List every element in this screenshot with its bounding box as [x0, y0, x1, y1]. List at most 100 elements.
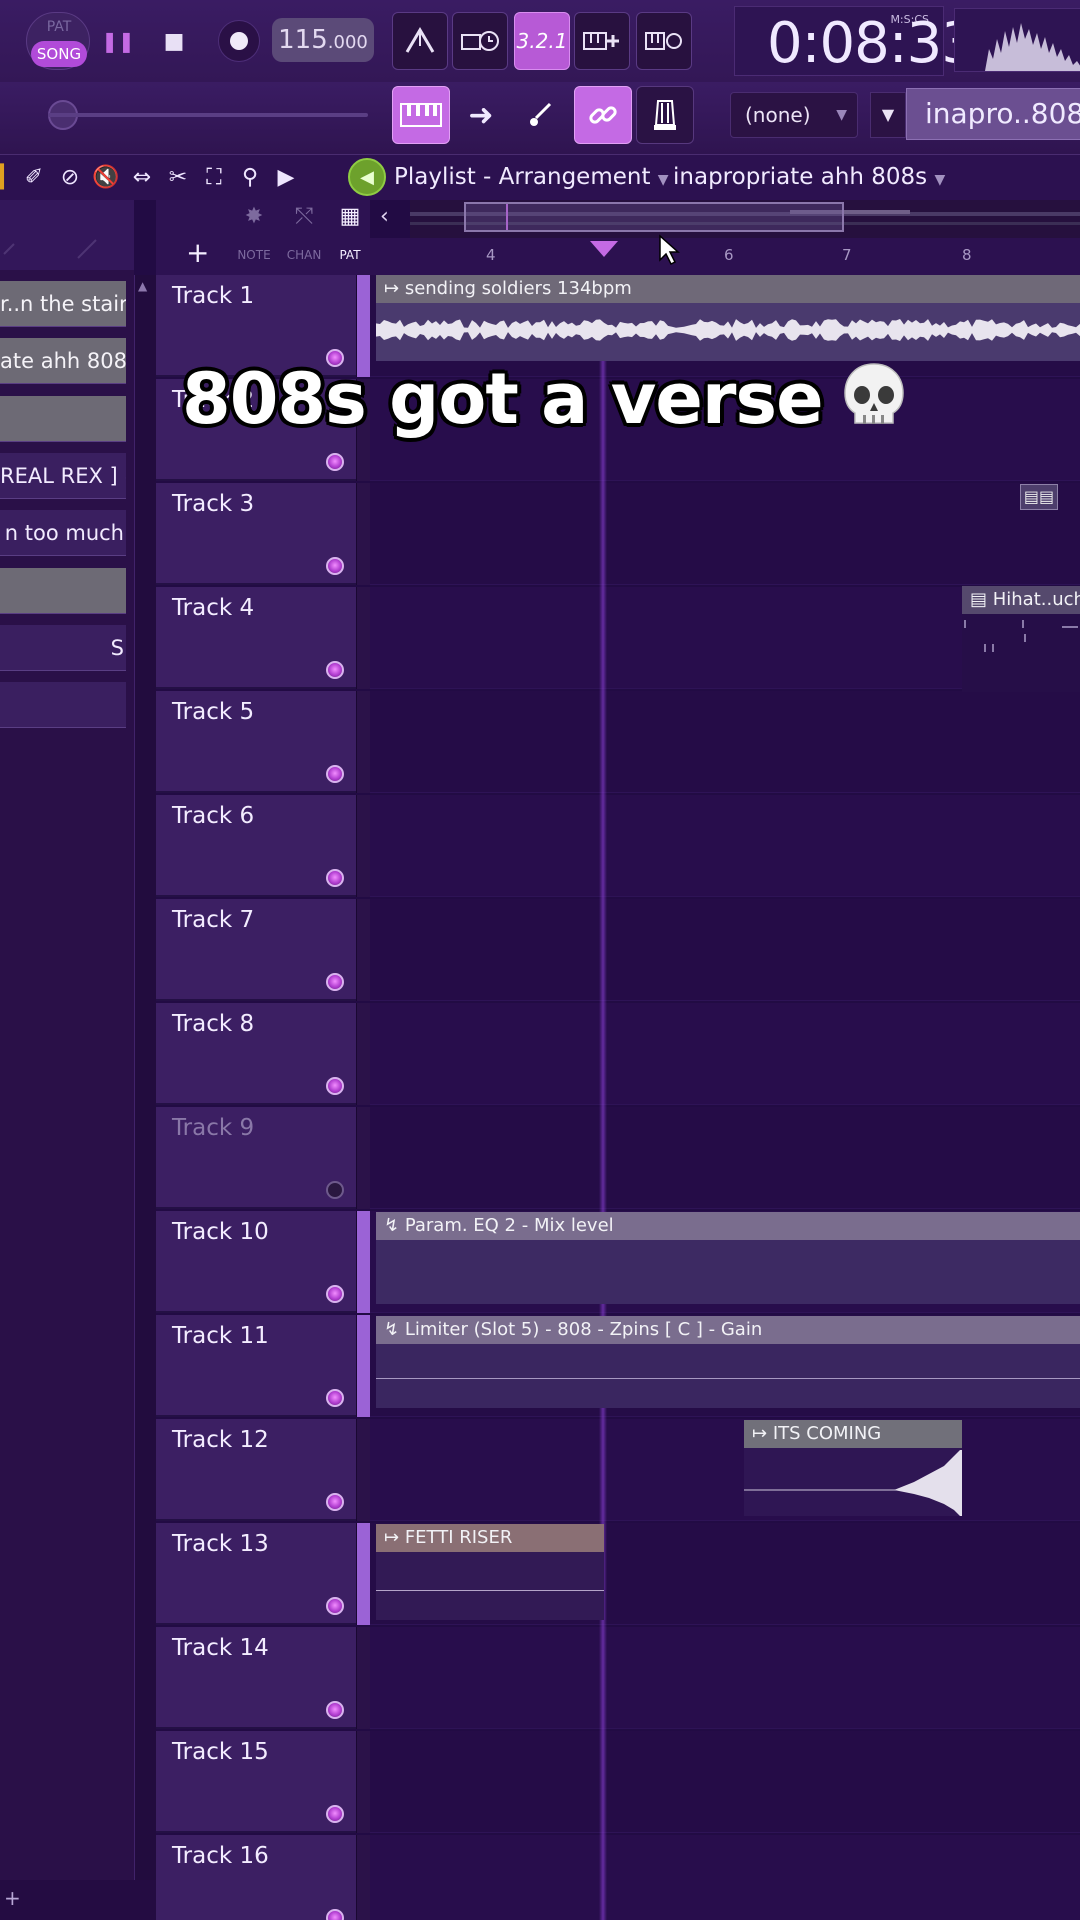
track-mute-led[interactable]	[326, 1285, 344, 1303]
slice-tool-icon[interactable]: ✂	[164, 165, 192, 190]
track-grip[interactable]	[356, 795, 370, 897]
track-grip[interactable]	[356, 1835, 370, 1920]
track-grip[interactable]	[356, 1419, 370, 1521]
automation-clip[interactable]: ↯ Limiter (Slot 5) - 808 - Zpins [ C ] -…	[376, 1316, 1080, 1408]
track-lane[interactable]	[370, 899, 1080, 1001]
track-grip[interactable]	[356, 1627, 370, 1729]
zoom-tool-icon[interactable]: ⚲	[236, 165, 264, 190]
track-header[interactable]: Track 10	[156, 1211, 356, 1313]
delete-tool-icon[interactable]: ⊘	[56, 165, 84, 190]
track-header[interactable]: Track 3	[156, 483, 356, 585]
track-header[interactable]: Track 13	[156, 1523, 356, 1625]
track-header[interactable]: Track 12	[156, 1419, 356, 1521]
track-mute-led[interactable]	[326, 1701, 344, 1719]
browser-item[interactable]: ate ahh 808s	[0, 338, 126, 384]
pattern-clip[interactable]: ▤ Hihat..uch	[962, 586, 1080, 692]
track-mute-led[interactable]	[326, 1181, 344, 1199]
track-header[interactable]: Track 4	[156, 587, 356, 689]
playback-tool-icon[interactable]: ▶	[272, 165, 300, 190]
note-mode-icon[interactable]: ✸	[232, 204, 276, 229]
playhead-marker[interactable]	[590, 241, 618, 257]
pattern-category-select[interactable]: (none) ▼	[730, 92, 858, 138]
scroll-up-icon[interactable]: ▲	[138, 279, 147, 293]
channel-mode-icon[interactable]: ⤲	[282, 204, 326, 229]
chevron-left-icon[interactable]: ‹	[380, 204, 389, 229]
track-header[interactable]: Track 5	[156, 691, 356, 793]
mute-tool-icon[interactable]: 🔇	[92, 165, 120, 190]
add-track-button[interactable]: +	[186, 236, 209, 269]
select-tool-icon[interactable]: ⛶	[200, 165, 228, 190]
brush-icon[interactable]	[512, 86, 570, 144]
track-grip[interactable]	[356, 483, 370, 585]
track-header[interactable]: Track 8	[156, 1003, 356, 1105]
paint-tool-icon[interactable]: ✐	[20, 165, 48, 190]
audio-clip[interactable]: ↦ ITS COMING	[744, 1420, 962, 1516]
playlist-title[interactable]: Playlist - Arrangement ▼ inapropriate ah…	[394, 158, 945, 199]
browser-item[interactable]: S	[0, 625, 126, 671]
audio-clip[interactable]: ↦ sending soldiers 134bpm	[376, 275, 1080, 361]
track-mute-led[interactable]	[326, 1909, 344, 1920]
track-header[interactable]: Track 9	[156, 1107, 356, 1209]
loop-record-icon[interactable]	[636, 12, 692, 70]
step-edit-icon[interactable]	[574, 12, 630, 70]
track-lane[interactable]	[370, 795, 1080, 897]
countdown-icon[interactable]: 3.2.1	[514, 12, 570, 70]
track-mute-led[interactable]	[326, 661, 344, 679]
speaker-icon[interactable]: ◀	[348, 158, 386, 196]
pattern-clip-icon[interactable]: ▤▤	[1020, 484, 1058, 510]
audio-clip[interactable]: ↦ FETTI RISER	[376, 1524, 604, 1620]
track-lane[interactable]	[370, 1107, 1080, 1209]
track-grip[interactable]	[356, 587, 370, 689]
overview-view-window[interactable]	[464, 202, 844, 232]
track-mute-led[interactable]	[326, 1077, 344, 1095]
track-mute-led[interactable]	[326, 557, 344, 575]
master-volume-slider[interactable]	[48, 113, 368, 117]
pattern-dropdown-button[interactable]: ▼	[870, 92, 906, 138]
metronome-icon[interactable]	[392, 12, 448, 70]
browser-item[interactable]: r..n the stairs	[0, 281, 126, 327]
track-mute-led[interactable]	[326, 453, 344, 471]
browser-item[interactable]	[0, 682, 126, 728]
track-lane[interactable]	[370, 1419, 1080, 1521]
link-icon[interactable]	[574, 86, 632, 144]
automation-clip[interactable]: ↯ Param. EQ 2 - Mix level	[376, 1212, 1080, 1304]
draw-tool-icon[interactable]: ▎	[0, 165, 17, 190]
tempo-display[interactable]: 115.000	[272, 18, 374, 62]
browser-scrollbar[interactable]: ▲	[134, 275, 156, 1920]
browser-item[interactable]	[0, 568, 126, 614]
browser-item[interactable]: REAL REX ] #2	[0, 453, 126, 499]
track-header[interactable]: Track 14	[156, 1627, 356, 1729]
song-time-display[interactable]: M:S:CS 0:08:33	[734, 6, 977, 76]
track-header[interactable]: Track 15	[156, 1731, 356, 1833]
pause-icon[interactable]: ❚❚	[98, 16, 138, 66]
track-lane[interactable]	[370, 691, 1080, 793]
track-grip[interactable]	[356, 1003, 370, 1105]
mixer-icon[interactable]	[636, 86, 694, 144]
track-mute-led[interactable]	[326, 869, 344, 887]
track-lane[interactable]	[370, 1627, 1080, 1729]
track-header[interactable]: Track 11	[156, 1315, 356, 1417]
arrow-icon[interactable]: ➜	[452, 86, 510, 144]
pattern-selector[interactable]: inapro..808s	[906, 88, 1080, 140]
piano-roll-icon[interactable]	[392, 86, 450, 144]
track-header[interactable]: Track 6	[156, 795, 356, 897]
track-lane[interactable]	[370, 1835, 1080, 1920]
pattern-mode-icon[interactable]: ▦	[328, 204, 372, 229]
track-mute-led[interactable]	[326, 1389, 344, 1407]
track-mute-led[interactable]	[326, 1597, 344, 1615]
track-lane[interactable]	[370, 1731, 1080, 1833]
browser-item[interactable]: n too much	[0, 510, 126, 556]
track-lane[interactable]	[370, 1003, 1080, 1105]
browser-item[interactable]	[0, 396, 126, 442]
track-grip[interactable]	[356, 1731, 370, 1833]
track-grip[interactable]	[356, 1523, 370, 1625]
slip-tool-icon[interactable]: ⇔	[128, 165, 156, 190]
track-grip[interactable]	[356, 1315, 370, 1417]
track-mute-led[interactable]	[326, 765, 344, 783]
wait-icon[interactable]	[452, 12, 508, 70]
pat-song-toggle[interactable]: PAT SONG	[26, 12, 90, 70]
track-grip[interactable]	[356, 1211, 370, 1313]
track-mute-led[interactable]	[326, 1493, 344, 1511]
track-header[interactable]: Track 7	[156, 899, 356, 1001]
record-icon[interactable]	[218, 20, 260, 62]
